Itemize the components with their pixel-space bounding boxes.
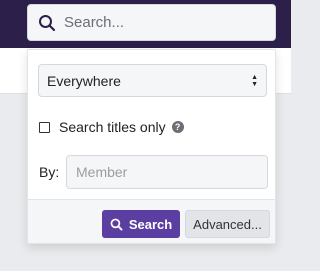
by-label: By: bbox=[39, 164, 60, 180]
advanced-search-button[interactable]: Advanced... bbox=[185, 210, 270, 238]
search-button-label: Search bbox=[128, 216, 173, 232]
by-member-row: By: bbox=[39, 155, 268, 189]
search-dropdown-menu: Everywhere ▲▼ Search titles only ? By: S… bbox=[27, 49, 276, 244]
titles-only-label: Search titles only bbox=[59, 119, 166, 135]
search-input[interactable] bbox=[64, 14, 264, 31]
search-button[interactable]: Search bbox=[102, 210, 180, 238]
search-scope-select[interactable]: Everywhere ▲ ▼ bbox=[38, 64, 267, 97]
titles-only-option[interactable]: Search titles only ? bbox=[39, 119, 184, 135]
question-circle-icon[interactable]: ? bbox=[171, 121, 184, 133]
titles-only-checkbox[interactable] bbox=[39, 121, 50, 133]
menu-footer: Search Advanced... bbox=[28, 199, 275, 243]
select-arrows-icon: ▲ ▼ bbox=[251, 73, 258, 88]
search-icon bbox=[110, 218, 123, 230]
advanced-button-label: Advanced... bbox=[193, 216, 262, 232]
search-box[interactable] bbox=[27, 4, 276, 41]
search-icon bbox=[39, 14, 56, 31]
search-scope-value: Everywhere bbox=[47, 72, 121, 89]
member-input[interactable] bbox=[66, 155, 268, 189]
